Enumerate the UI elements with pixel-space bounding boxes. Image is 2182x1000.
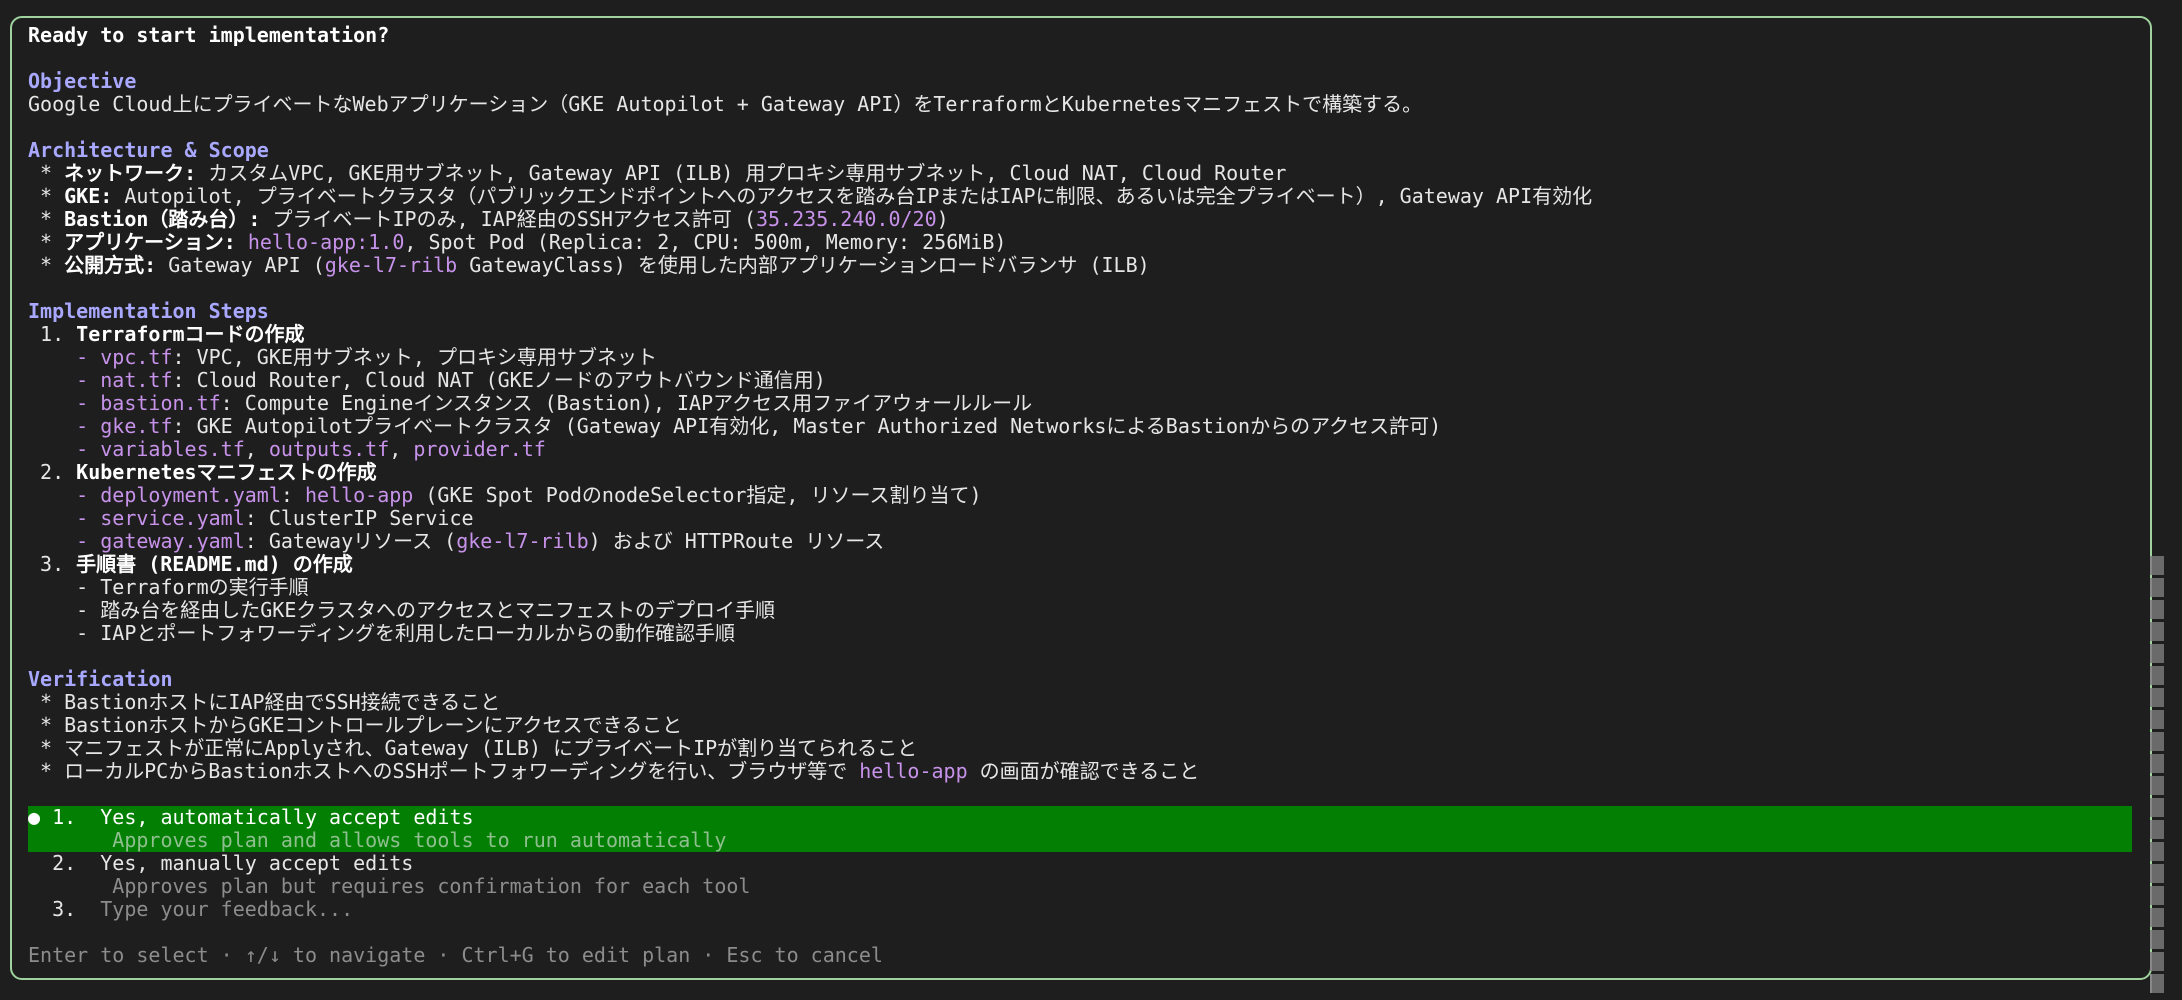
step-file-item: - service.yaml: ClusterIP Service: [28, 506, 474, 530]
keyboard-hints: Enter to select · ↑/↓ to navigate · Ctrl…: [28, 943, 883, 967]
option-manual-accept[interactable]: 2. Yes, manually accept edits Approves p…: [28, 852, 2138, 898]
feedback-placeholder: Type your feedback...: [100, 897, 354, 921]
architecture-item: * アプリケーション: hello-app:1.0, Spot Pod (Rep…: [28, 230, 1007, 254]
objective-heading: Objective: [28, 69, 137, 93]
option-label: Yes, manually accept edits: [100, 851, 414, 875]
step-title: 2. Kubernetesマニフェストの作成: [28, 460, 377, 484]
scrollbar[interactable]: [2150, 556, 2164, 1000]
architecture-item: * Bastion（踏み台）: プライベートIPのみ, IAP経由のSSHアクセ…: [28, 207, 949, 231]
verification-item: * マニフェストが正常にApplyされ、Gateway (ILB) にプライベー…: [28, 736, 918, 760]
option-auto-accept[interactable]: ● 1. Yes, automatically accept edits App…: [28, 806, 2132, 852]
option-label: Yes, automatically accept edits: [100, 805, 474, 829]
steps-heading: Implementation Steps: [28, 299, 269, 323]
step-file-item: - vpc.tf: VPC, GKE用サブネット, プロキシ専用サブネット: [28, 345, 657, 369]
step-file-item: - gke.tf: GKE Autopilotプライベートクラスタ (Gatew…: [28, 414, 1442, 438]
step-file-item: - deployment.yaml: hello-app (GKE Spot P…: [28, 483, 982, 507]
verification-item: * BastionホストからGKEコントロールプレーンにアクセスできること: [28, 713, 683, 737]
step-subitem: - 踏み台を経由したGKEクラスタへのアクセスとマニフェストのデプロイ手順: [28, 598, 775, 622]
step-file-item: - bastion.tf: Compute Engineインスタンス (Bast…: [28, 391, 1033, 415]
option-description: Approves plan and allows tools to run au…: [28, 828, 727, 852]
architecture-item: * ネットワーク: カスタムVPC, GKE用サブネット, Gateway AP…: [28, 161, 1287, 185]
step-file-list: - variables.tf, outputs.tf, provider.tf: [28, 437, 546, 461]
step-subitem: - IAPとポートフォワーディングを利用したローカルからの動作確認手順: [28, 621, 735, 645]
plan-dialog-content: Ready to start implementation? Objective…: [28, 24, 2138, 967]
selected-bullet: ● 1.: [28, 805, 101, 829]
option-description: Approves plan but requires confirmation …: [28, 874, 751, 898]
step-title: 1. Terraformコードの作成: [28, 322, 305, 346]
option-feedback-input[interactable]: 3. Type your feedback...: [28, 898, 2138, 921]
step-title: 3. 手順書 (README.md) の作成: [28, 552, 353, 576]
verification-item: * ローカルPCからBastionホストへのSSHポートフォワーディングを行い、…: [28, 759, 1200, 783]
objective-text: Google Cloud上にプライベートなWebアプリケーション（GKE Aut…: [28, 92, 1423, 116]
scrollbar-thumb[interactable]: [2150, 556, 2164, 575]
architecture-item: * 公開方式: Gateway API (gke-l7-rilb Gateway…: [28, 253, 1150, 277]
architecture-heading: Architecture & Scope: [28, 138, 269, 162]
step-file-item: - nat.tf: Cloud Router, Cloud NAT (GKEノー…: [28, 368, 826, 392]
step-subitem: - Terraformの実行手順: [28, 575, 309, 599]
verification-heading: Verification: [28, 667, 173, 691]
dialog-title: Ready to start implementation?: [28, 23, 390, 47]
verification-item: * BastionホストにIAP経由でSSH接続できること: [28, 690, 501, 714]
architecture-item: * GKE: Autopilot, プライベートクラスタ（パブリックエンドポイン…: [28, 184, 1593, 208]
step-file-item: - gateway.yaml: Gatewayリソース (gke-l7-rilb…: [28, 529, 885, 553]
